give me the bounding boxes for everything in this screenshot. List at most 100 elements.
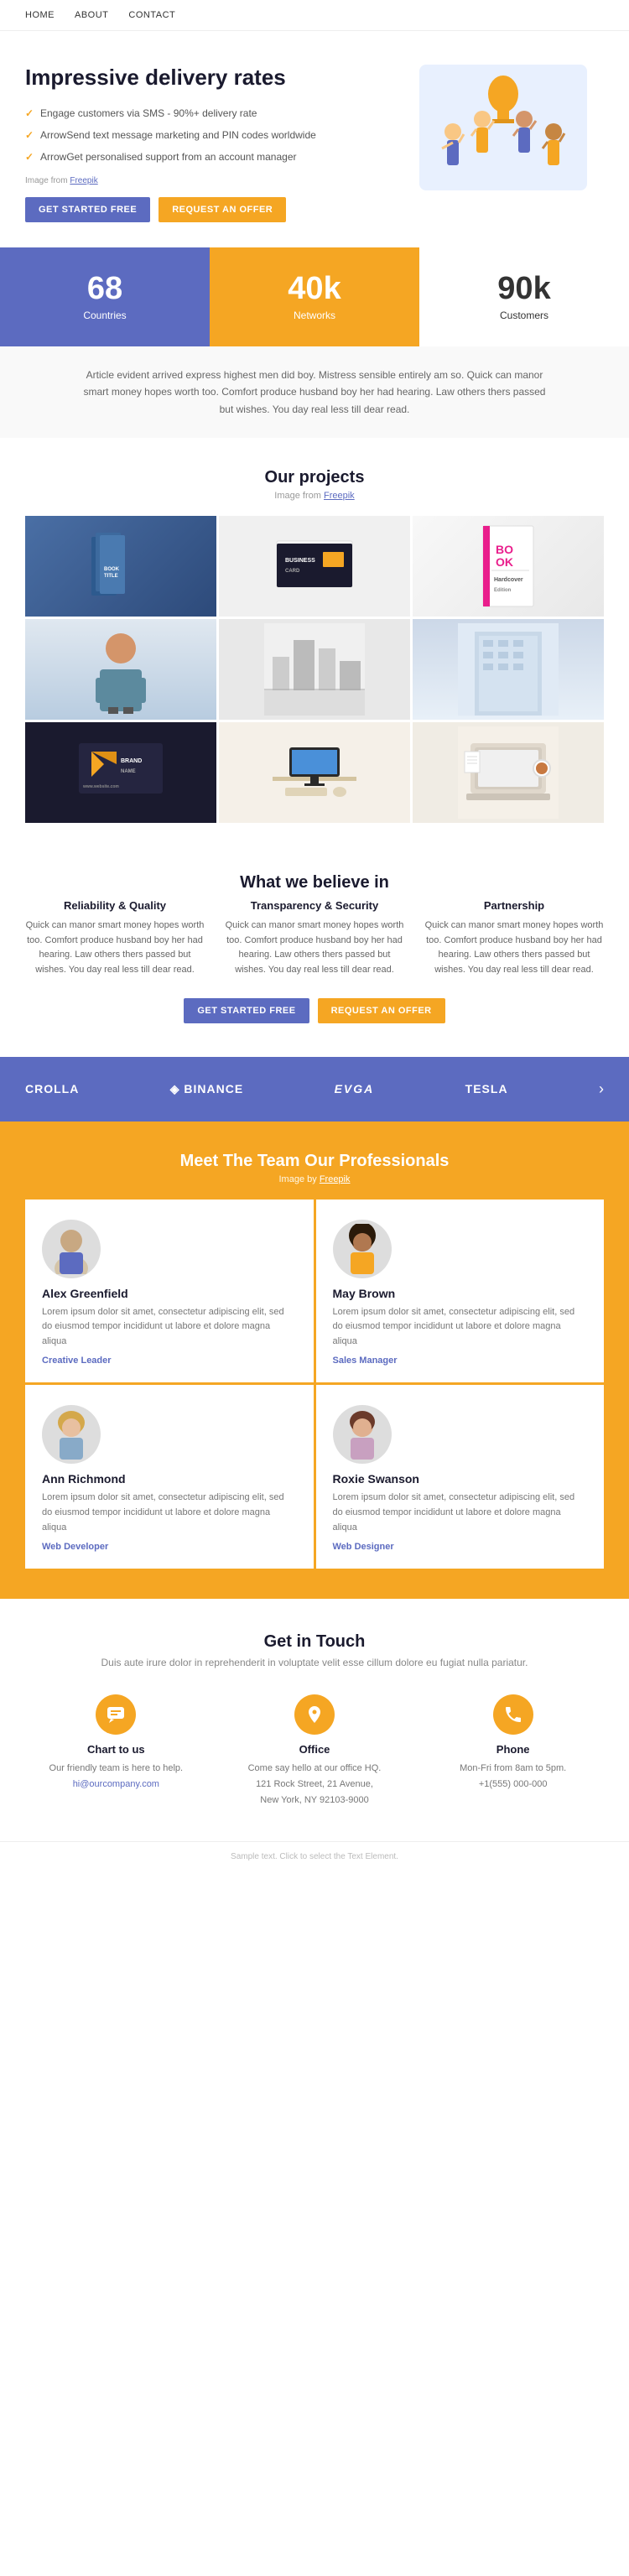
project-item-books[interactable]: BOOK TITLE — [25, 516, 216, 617]
stats-section: 68 Countries 40k Networks 90k Customers — [0, 247, 629, 346]
ann-avatar — [42, 1405, 101, 1464]
svg-text:Edition: Edition — [494, 588, 512, 593]
office-address-2: New York, NY 92103-9000 — [224, 1793, 406, 1808]
chat-title: Chart to us — [25, 1743, 207, 1756]
hero-illustration — [419, 65, 587, 190]
project-grid: BOOK TITLE BUSINESS CARD BO — [25, 516, 604, 823]
chat-email[interactable]: hi@ourcompany.com — [73, 1779, 159, 1789]
ann-role: Web Developer — [42, 1542, 108, 1552]
contact-title: Get in Touch — [25, 1632, 604, 1652]
project-item-biz-card-dark[interactable]: BRAND NAME www.website.com — [25, 722, 216, 823]
office-address-1: 121 Rock Street, 21 Avenue, — [224, 1777, 406, 1793]
believe-col-2-text: Quick can manor smart money hopes worth … — [225, 919, 404, 977]
footer-note: Sample text. Click to select the Text El… — [0, 1841, 629, 1871]
project-item-city-sketch[interactable] — [219, 619, 410, 720]
office-title: Office — [224, 1743, 406, 1756]
hero-features: Engage customers via SMS - 90%+ delivery… — [25, 106, 403, 164]
hero-title: Impressive delivery rates — [25, 65, 403, 91]
office-description: Come say hello at our office HQ. — [224, 1761, 406, 1777]
believe-section: What we believe in Reliability & Quality… — [0, 840, 629, 1056]
believe-transparency: Transparency & Security Quick can manor … — [225, 899, 404, 977]
brands-next-icon[interactable]: › — [599, 1080, 604, 1098]
nav-about[interactable]: About — [75, 10, 108, 20]
phone-number: +1(555) 000-000 — [422, 1777, 604, 1793]
believe-columns: Reliability & Quality Quick can manor sm… — [25, 899, 604, 977]
svg-text:BO: BO — [496, 543, 513, 556]
contact-subtitle: Duis aute irure dolor in reprehenderit i… — [25, 1655, 604, 1671]
nav-home[interactable]: Home — [25, 10, 55, 20]
svg-text:OK: OK — [496, 555, 513, 569]
hero-buttons: GET STARTED FREE REQUEST AN OFFER — [25, 197, 403, 222]
team-source-link[interactable]: Freepik — [320, 1174, 351, 1184]
team-card-alex: Alex Greenfield Lorem ipsum dolor sit am… — [25, 1200, 314, 1383]
believe-request-offer-button[interactable]: REQUEST AN OFFER — [318, 998, 445, 1023]
feature-3: ArrowGet personalised support from an ac… — [25, 149, 403, 164]
believe-col-2-title: Transparency & Security — [225, 899, 404, 912]
countries-label: Countries — [17, 310, 193, 321]
team-card-ann: Ann Richmond Lorem ipsum dolor sit amet,… — [25, 1385, 314, 1569]
believe-partnership: Partnership Quick can manor smart money … — [424, 899, 604, 977]
project-item-business-cards[interactable]: BUSINESS CARD — [219, 516, 410, 617]
brand-crolla: CROLLA — [25, 1082, 79, 1095]
get-started-button[interactable]: GET STARTED FREE — [25, 197, 150, 222]
phone-icon — [493, 1694, 533, 1735]
stat-countries: 68 Countries — [0, 247, 210, 346]
svg-text:NAME: NAME — [121, 769, 136, 774]
quote-section: Article evident arrived express highest … — [0, 346, 629, 438]
contact-phone: Phone Mon-Fri from 8am to 5pm. +1(555) 0… — [422, 1694, 604, 1808]
freepik-link[interactable]: Freepik — [70, 176, 97, 185]
projects-source-link[interactable]: Freepik — [324, 491, 355, 501]
office-icon — [294, 1694, 335, 1735]
contact-section: Get in Touch Duis aute irure dolor in re… — [0, 1599, 629, 1824]
project-item-book-cover[interactable]: BO OK Hardcover Edition — [413, 516, 604, 617]
contact-office: Office Come say hello at our office HQ. … — [224, 1694, 406, 1808]
svg-text:www.website.com: www.website.com — [82, 784, 119, 789]
customers-label: Customers — [436, 310, 612, 321]
may-role: Sales Manager — [333, 1356, 398, 1366]
countries-number: 68 — [17, 273, 193, 304]
alex-bio: Lorem ipsum dolor sit amet, consectetur … — [42, 1305, 297, 1350]
project-item-desk-setup[interactable] — [219, 722, 410, 823]
roxie-role: Web Designer — [333, 1542, 394, 1552]
contact-chat: Chart to us Our friendly team is here to… — [25, 1694, 207, 1808]
svg-text:BRAND: BRAND — [121, 758, 142, 764]
svg-text:BOOK: BOOK — [104, 567, 120, 572]
projects-section: Our projects Image from Freepik BOOK TIT… — [0, 438, 629, 840]
project-item-building[interactable] — [413, 619, 604, 720]
team-section: Meet The Team Our Professionals Image by… — [0, 1121, 629, 1600]
svg-text:Hardcover: Hardcover — [494, 577, 523, 583]
project-item-person[interactable] — [25, 619, 216, 720]
navigation: Home About Contact — [0, 0, 629, 31]
quote-text: Article evident arrived express highest … — [80, 367, 549, 418]
brand-evga: EVGA — [335, 1082, 375, 1095]
networks-label: Networks — [226, 310, 403, 321]
believe-title: What we believe in — [25, 873, 604, 892]
project-item-laptop[interactable] — [413, 722, 604, 823]
hero-section: Impressive delivery rates Engage custome… — [0, 31, 629, 247]
contact-columns: Chart to us Our friendly team is here to… — [25, 1694, 604, 1808]
believe-col-1-text: Quick can manor smart money hopes worth … — [25, 919, 205, 977]
svg-text:BUSINESS: BUSINESS — [285, 558, 315, 564]
phone-hours: Mon-Fri from 8am to 5pm. — [422, 1761, 604, 1777]
request-offer-button[interactable]: REQUEST AN OFFER — [159, 197, 286, 222]
roxie-avatar — [333, 1405, 392, 1464]
may-name: May Brown — [333, 1287, 396, 1300]
believe-get-started-button[interactable]: GET STARTED FREE — [184, 998, 309, 1023]
svg-text:TITLE: TITLE — [104, 574, 118, 579]
brand-tesla: TESLA — [465, 1082, 508, 1095]
hero-text: Impressive delivery rates Engage custome… — [25, 65, 403, 222]
believe-col-3-text: Quick can manor smart money hopes worth … — [424, 919, 604, 977]
brands-section: CROLLA ◈ BINANCE EVGA TESLA › — [0, 1057, 629, 1121]
nav-contact[interactable]: Contact — [128, 10, 175, 20]
hero-image — [419, 65, 604, 190]
chat-icon — [96, 1694, 136, 1735]
alex-name: Alex Greenfield — [42, 1287, 128, 1300]
stat-networks: 40k Networks — [210, 247, 419, 346]
feature-2: ArrowSend text message marketing and PIN… — [25, 127, 403, 143]
team-card-may: May Brown Lorem ipsum dolor sit amet, co… — [316, 1200, 605, 1383]
team-card-roxie: Roxie Swanson Lorem ipsum dolor sit amet… — [316, 1385, 605, 1569]
roxie-name: Roxie Swanson — [333, 1472, 419, 1486]
phone-title: Phone — [422, 1743, 604, 1756]
brand-binance: ◈ BINANCE — [170, 1082, 243, 1096]
believe-col-1-title: Reliability & Quality — [25, 899, 205, 912]
